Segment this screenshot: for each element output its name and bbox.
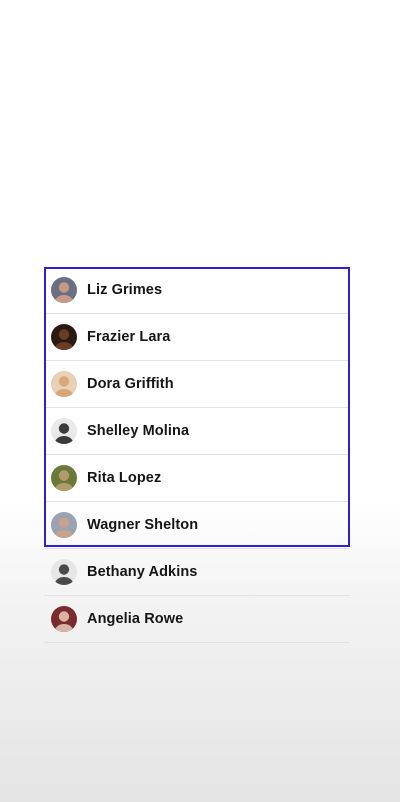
person-avatar-icon xyxy=(51,371,77,397)
contact-name: Liz Grimes xyxy=(87,282,163,298)
contact-name: Shelley Molina xyxy=(87,423,190,439)
person-avatar-icon xyxy=(51,324,77,350)
list-item[interactable]: Angelia Rowe xyxy=(44,596,350,643)
contact-name: Frazier Lara xyxy=(87,329,171,345)
person-avatar-icon xyxy=(51,512,77,538)
person-avatar-icon xyxy=(51,277,77,303)
person-avatar-icon xyxy=(51,559,77,585)
list-item[interactable]: Dora Griffith xyxy=(44,361,350,408)
contact-name: Bethany Adkins xyxy=(87,564,198,580)
contact-name: Dora Griffith xyxy=(87,376,174,392)
list-item[interactable]: Frazier Lara xyxy=(44,314,350,361)
list-item[interactable]: Wagner Shelton xyxy=(44,502,350,549)
list-item[interactable]: Shelley Molina xyxy=(44,408,350,455)
list-item[interactable]: Bethany Adkins xyxy=(44,549,350,596)
contact-name: Wagner Shelton xyxy=(87,517,199,533)
list-item[interactable]: Liz Grimes xyxy=(44,267,350,314)
list-item[interactable]: Rita Lopez xyxy=(44,455,350,502)
contact-list: Liz Grimes Frazier Lara Dora Griffith Sh… xyxy=(44,267,350,643)
person-avatar-icon xyxy=(51,418,77,444)
person-avatar-icon xyxy=(51,465,77,491)
contact-name: Rita Lopez xyxy=(87,470,162,486)
contact-name: Angelia Rowe xyxy=(87,611,184,627)
person-avatar-icon xyxy=(51,606,77,632)
